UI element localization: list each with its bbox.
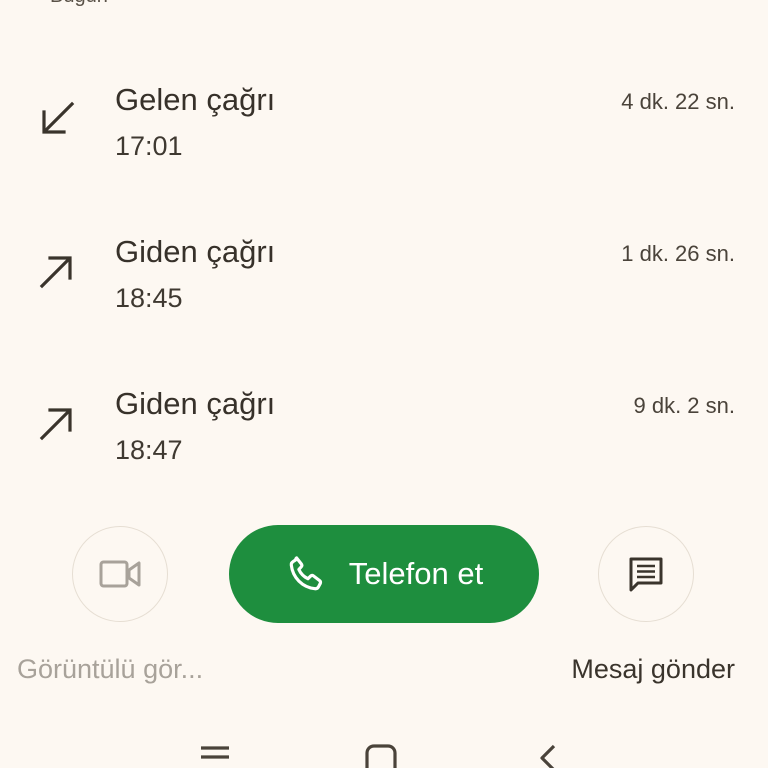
call-duration-label: 4 dk. 22 sn. [621,89,735,114]
call-time-label: 18:47 [115,435,183,465]
video-call-label: Görüntülü gör... [17,654,204,684]
message-label: Mesaj gönder [571,654,735,684]
call-log-row[interactable]: Giden çağrı 18:45 1 dk. 26 sn. [0,212,768,332]
call-made-icon [38,252,76,290]
recents-icon[interactable] [198,744,232,768]
navigation-bar [0,730,768,768]
call-type-label: Giden çağrı [115,234,276,269]
back-icon[interactable] [532,744,562,768]
call-details-screen: Bugün Gelen çağrı 17:01 4 dk. 22 sn. Gid… [0,0,768,768]
call-time-label: 17:01 [115,131,183,161]
section-header-today: Bugün [50,0,108,8]
call-type-label: Gelen çağrı [115,82,276,117]
call-type-label: Giden çağrı [115,386,276,421]
call-received-icon [38,100,76,138]
videocam-icon [99,560,141,588]
video-call-button[interactable] [72,526,168,622]
call-time-label: 18:45 [115,283,183,313]
call-made-icon [38,404,76,442]
phone-icon [289,556,322,591]
call-duration-label: 9 dk. 2 sn. [633,393,735,418]
call-duration-label: 1 dk. 26 sn. [621,241,735,266]
home-icon[interactable] [364,744,398,768]
message-icon [629,557,663,592]
call-button[interactable]: Telefon et [229,525,539,623]
message-button[interactable] [598,526,694,622]
call-log-row[interactable]: Gelen çağrı 17:01 4 dk. 22 sn. [0,60,768,180]
call-button-label: Telefon et [348,556,484,591]
call-log-row[interactable]: Giden çağrı 18:47 9 dk. 2 sn. [0,364,768,484]
